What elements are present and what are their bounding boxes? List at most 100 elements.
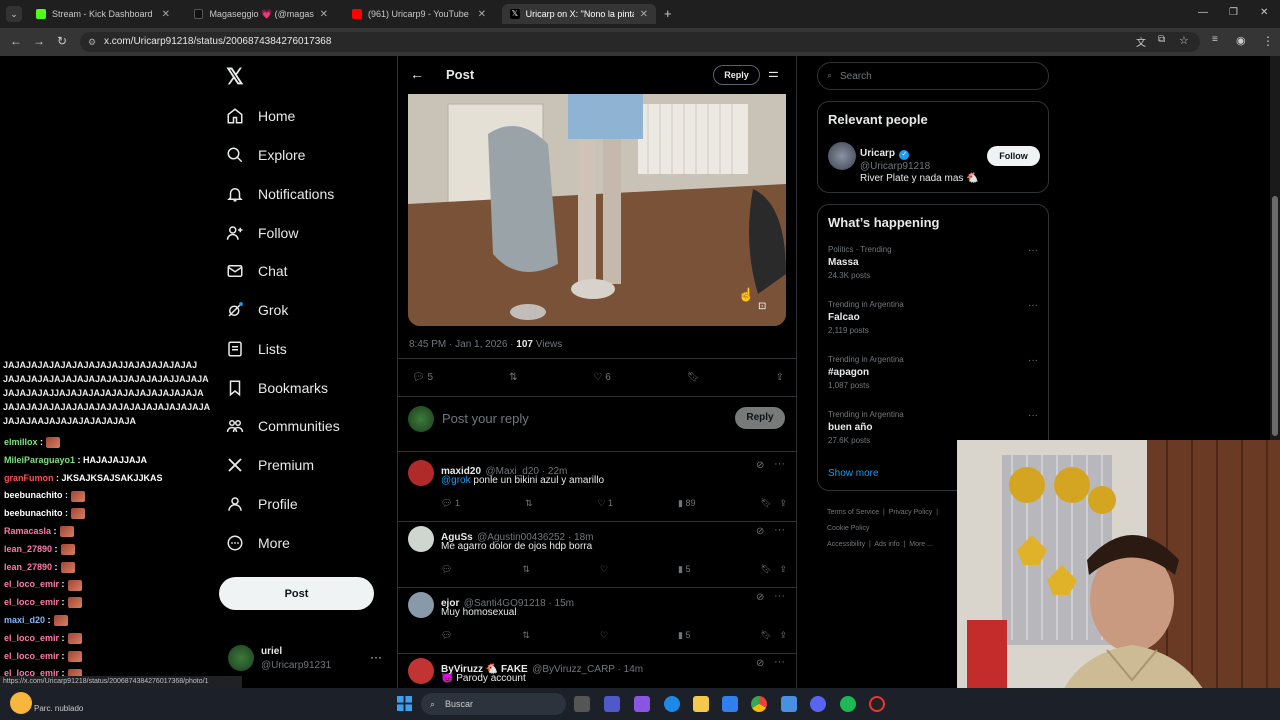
discord-icon[interactable] bbox=[810, 696, 826, 712]
views-action[interactable]: ▮ 5 bbox=[678, 564, 690, 575]
avatar[interactable] bbox=[408, 658, 434, 684]
avatar[interactable] bbox=[408, 460, 434, 486]
tab-kick[interactable]: Stream - Kick Dashboard ✕ bbox=[28, 4, 178, 24]
sidebar-item-communities[interactable]: Communities bbox=[226, 412, 340, 440]
share-icon[interactable]: ⇪ bbox=[779, 630, 787, 640]
alt-edit-icon[interactable]: ⊡ bbox=[758, 301, 766, 312]
like-action[interactable]: ♡ bbox=[600, 564, 608, 575]
more-dots-icon[interactable]: ··· bbox=[1028, 300, 1038, 311]
settings-sliders-icon[interactable]: ⚌ bbox=[768, 66, 779, 80]
trend-item[interactable]: Trending in Argentina #apagon 1,087 posts ·… bbox=[828, 355, 1043, 405]
more-dots-icon[interactable]: ··· bbox=[1028, 355, 1038, 366]
trend-item[interactable]: Politics · Trending Massa 24.3K posts ··· bbox=[828, 245, 1043, 295]
like-action[interactable]: ♡ bbox=[600, 630, 608, 641]
more-dots-icon[interactable]: ··· bbox=[774, 458, 785, 470]
more-dots-icon[interactable]: ··· bbox=[370, 650, 382, 664]
sidebar-item-bookmarks[interactable]: Bookmarks bbox=[226, 374, 328, 402]
avatar[interactable] bbox=[228, 645, 254, 671]
mention-link[interactable]: @grok bbox=[441, 475, 471, 486]
reply-input[interactable]: Post your reply bbox=[442, 411, 529, 426]
tab-tiktok[interactable]: Magaseggio 💗 (@magaseggio ✕ bbox=[186, 4, 336, 24]
repost-icon[interactable]: ⇅ bbox=[522, 630, 530, 641]
install-icon[interactable]: ⧉ bbox=[1158, 34, 1165, 45]
more-dots-icon[interactable]: ··· bbox=[774, 656, 785, 668]
media-icon[interactable]: ≡ bbox=[1212, 34, 1218, 45]
footer-link[interactable]: Privacy Policy bbox=[889, 509, 933, 516]
store-icon[interactable] bbox=[722, 696, 738, 712]
grok-explain-icon[interactable]: ⊘ bbox=[756, 658, 764, 669]
tab-youtube[interactable]: (961) Uricarp9 - YouTube ✕ bbox=[344, 4, 494, 24]
reload-icon[interactable]: ↻ bbox=[57, 34, 67, 48]
sidebar-item-home[interactable]: Home bbox=[226, 102, 295, 130]
search-input[interactable]: ⌕ Search bbox=[817, 62, 1049, 90]
chat-username[interactable]: beebunachito bbox=[4, 490, 63, 500]
obs-icon[interactable] bbox=[869, 696, 885, 712]
chat-username[interactable]: el_loco_emir bbox=[4, 633, 59, 643]
share-icon[interactable]: ⇪ bbox=[779, 498, 787, 508]
chrome-icon[interactable] bbox=[751, 696, 767, 712]
footer-link[interactable]: Cookie Policy bbox=[827, 525, 869, 532]
new-tab-icon[interactable]: + bbox=[664, 6, 672, 21]
footer-link[interactable]: Ads info bbox=[874, 541, 899, 548]
reply-action[interactable]: 💬︎ 5 bbox=[412, 372, 433, 383]
person-info[interactable]: Uricarp ✓ @Uricarp91218 bbox=[860, 143, 930, 172]
follow-button[interactable]: Follow bbox=[987, 146, 1040, 166]
address-bar[interactable]: ⚙ x.com/Uricarp91218/status/200687438427… bbox=[80, 32, 1200, 52]
post-media-image[interactable]: ⊡ bbox=[408, 94, 786, 326]
sidebar-item-grok[interactable]: Grok bbox=[226, 296, 288, 324]
bookmark-icon[interactable]: 🔖︎ bbox=[760, 564, 771, 574]
trend-item[interactable]: Trending in Argentina Falcao 2,119 posts ··… bbox=[828, 300, 1043, 350]
share-icon[interactable]: ⇪ bbox=[779, 564, 787, 574]
more-dots-icon[interactable]: ··· bbox=[1028, 245, 1038, 256]
spotify-icon[interactable] bbox=[840, 696, 856, 712]
edge-icon[interactable] bbox=[664, 696, 680, 712]
reply-action[interactable]: 💬︎ 1 bbox=[441, 498, 460, 509]
grok-explain-icon[interactable]: ⊘ bbox=[756, 526, 764, 537]
more-dots-icon[interactable]: ··· bbox=[774, 590, 785, 602]
avatar[interactable] bbox=[828, 142, 856, 170]
sidebar-item-follow[interactable]: Follow bbox=[226, 219, 298, 247]
chat-username[interactable]: beebunachito bbox=[4, 508, 63, 518]
chat-username[interactable]: maxi_d20 bbox=[4, 615, 45, 625]
like-action[interactable]: ♡ 6 bbox=[594, 372, 611, 383]
window-close-icon[interactable]: ✕ bbox=[1260, 7, 1268, 18]
sidebar-item-chat[interactable]: Chat bbox=[226, 257, 288, 285]
close-icon[interactable]: ✕ bbox=[162, 9, 170, 20]
sidebar-item-notifications[interactable]: Notifications bbox=[226, 180, 334, 208]
bookmark-icon[interactable]: 🔖︎ bbox=[687, 372, 700, 383]
forward-icon[interactable]: → bbox=[33, 34, 45, 48]
reply-action[interactable]: 💬︎ bbox=[441, 564, 452, 575]
avatar[interactable] bbox=[408, 526, 434, 552]
file-explorer-icon[interactable] bbox=[693, 696, 709, 712]
windows-start-icon[interactable] bbox=[397, 696, 412, 711]
views-action[interactable]: ▮ 89 bbox=[678, 498, 695, 509]
chat-username[interactable]: elmillox bbox=[4, 437, 38, 447]
footer-link[interactable]: More ... bbox=[909, 541, 933, 548]
chat-username[interactable]: el_loco_emir bbox=[4, 579, 59, 589]
chat-username[interactable]: lean_27890 bbox=[4, 544, 52, 554]
repost-icon[interactable]: ⇅ bbox=[509, 372, 517, 383]
site-info-icon[interactable]: ⚙ bbox=[88, 32, 96, 52]
sidebar-item-more[interactable]: More bbox=[226, 529, 290, 557]
tab-x-active[interactable]: 𝕏 Uricarp on X: "Nono la pinta de ✕ bbox=[502, 4, 656, 24]
reply-action[interactable]: 💬︎ bbox=[441, 630, 452, 641]
reply-row[interactable]: maxid20 @Maxi_d20 · 22m ⊘ ··· @grok ponle u… bbox=[398, 456, 796, 522]
weather-icon[interactable] bbox=[10, 692, 32, 714]
profile-icon[interactable]: ◉ bbox=[1236, 34, 1246, 47]
close-icon[interactable]: ✕ bbox=[320, 9, 328, 20]
sidebar-item-explore[interactable]: Explore bbox=[226, 141, 305, 169]
restore-icon[interactable]: ❐ bbox=[1229, 7, 1238, 18]
back-icon[interactable]: ← bbox=[10, 34, 22, 48]
sidebar-item-lists[interactable]: Lists bbox=[226, 335, 287, 363]
grok-explain-icon[interactable]: ⊘ bbox=[756, 460, 764, 471]
reply-submit-button[interactable]: Reply bbox=[735, 407, 785, 429]
sidebar-item-premium[interactable]: Premium bbox=[226, 451, 314, 479]
app-icon[interactable] bbox=[781, 696, 797, 712]
bookmark-icon[interactable]: 🔖︎ bbox=[760, 630, 771, 640]
share-icon[interactable]: ⇪ bbox=[776, 372, 784, 383]
grok-explain-icon[interactable]: ⊘ bbox=[756, 592, 764, 603]
close-icon[interactable]: ✕ bbox=[640, 9, 648, 20]
chat-username[interactable]: Ramacasla bbox=[4, 526, 51, 536]
repost-icon[interactable]: ⇅ bbox=[522, 564, 530, 575]
views-action[interactable]: ▮ 5 bbox=[678, 630, 690, 641]
